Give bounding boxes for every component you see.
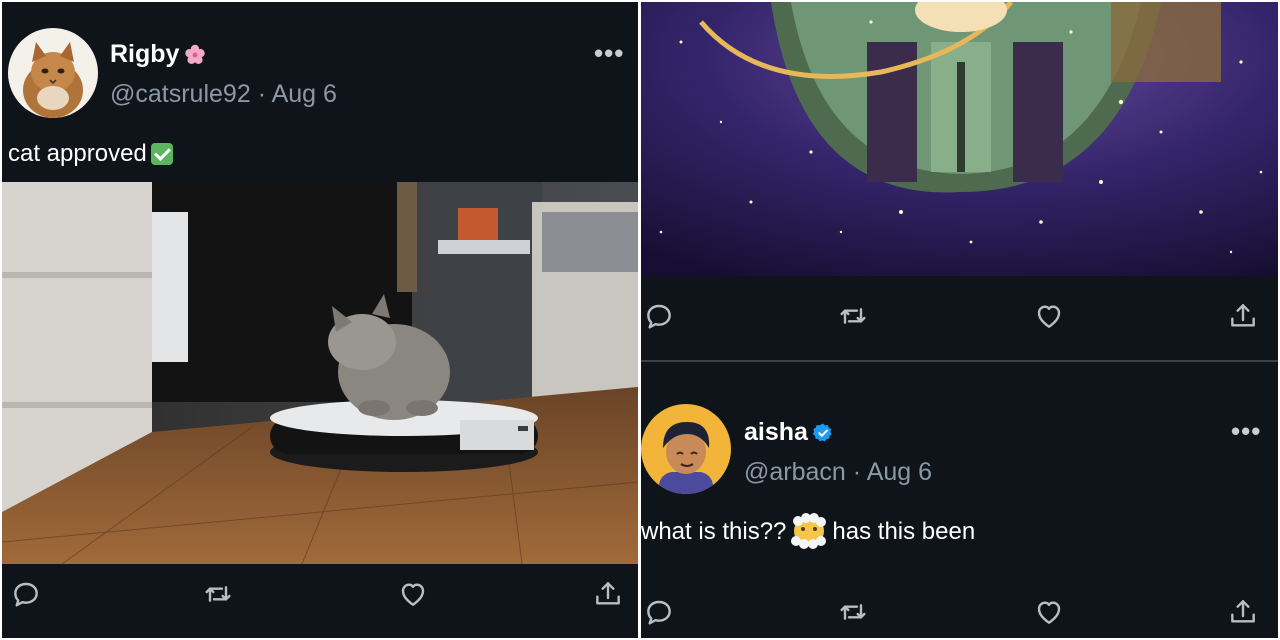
retweet-button[interactable] xyxy=(835,298,871,334)
reply-button[interactable] xyxy=(8,576,44,612)
author-handle[interactable]: @catsrule92 xyxy=(110,80,251,108)
share-upload-icon xyxy=(1231,304,1255,327)
share-upload-icon xyxy=(1231,600,1255,623)
author-handle[interactable]: @arbacn xyxy=(744,458,846,486)
aisha-avatar[interactable] xyxy=(641,404,731,494)
separator-dot: · xyxy=(257,80,267,108)
like-button[interactable] xyxy=(395,576,431,612)
reply-button[interactable] xyxy=(641,594,677,630)
right-tweet-panel: aisha @arbacn · Aug 6 ••• what is this??… xyxy=(641,2,1278,638)
more-options-icon[interactable]: ••• xyxy=(1231,418,1261,444)
speech-bubble-icon xyxy=(14,582,38,607)
author-name[interactable]: aisha xyxy=(744,418,808,447)
tweet-video[interactable] xyxy=(2,182,638,564)
retweet-arrows-icon xyxy=(840,604,866,620)
retweet-button[interactable] xyxy=(200,576,236,612)
tweet-date[interactable]: Aug 6 xyxy=(272,80,337,108)
tweet-date[interactable]: Aug 6 xyxy=(867,458,932,486)
heart-icon xyxy=(401,583,425,606)
share-button[interactable] xyxy=(1225,594,1261,630)
speech-bubble-icon xyxy=(647,600,671,625)
share-upload-icon xyxy=(596,582,620,605)
heart-icon xyxy=(1037,601,1061,624)
tweet-divider xyxy=(641,360,1278,362)
retweet-button[interactable] xyxy=(835,594,871,630)
tweet-actions xyxy=(2,576,638,624)
face-in-clouds-emoji-icon xyxy=(791,513,827,549)
tweet-actions-top xyxy=(641,298,1278,346)
tweet-text: cat approved xyxy=(8,140,147,167)
retweet-arrows-icon xyxy=(840,308,866,324)
cherry-blossom-icon xyxy=(185,44,206,64)
retweet-arrows-icon xyxy=(205,586,231,602)
like-button[interactable] xyxy=(1031,298,1067,334)
reply-button[interactable] xyxy=(641,298,677,334)
tweet-text-part-2: has this been xyxy=(832,518,976,545)
check-mark-emoji-icon xyxy=(150,143,173,165)
heart-icon xyxy=(1037,305,1061,328)
share-button[interactable] xyxy=(590,576,626,612)
like-button[interactable] xyxy=(1031,594,1067,630)
speech-bubble-icon xyxy=(647,304,671,329)
author-name[interactable]: Rigby xyxy=(110,40,179,69)
tweet-image[interactable] xyxy=(641,2,1278,276)
share-button[interactable] xyxy=(1225,298,1261,334)
more-options-icon[interactable]: ••• xyxy=(594,40,624,66)
separator-dot: · xyxy=(852,458,862,486)
tweet-actions-bottom xyxy=(641,594,1278,638)
left-tweet-panel: Rigby @catsrule92 · Aug 6 ••• cat approv… xyxy=(2,2,638,638)
tweet-text-part-1: what is this?? xyxy=(641,518,787,545)
verified-check-icon xyxy=(812,423,832,441)
rigby-avatar[interactable] xyxy=(8,28,98,118)
